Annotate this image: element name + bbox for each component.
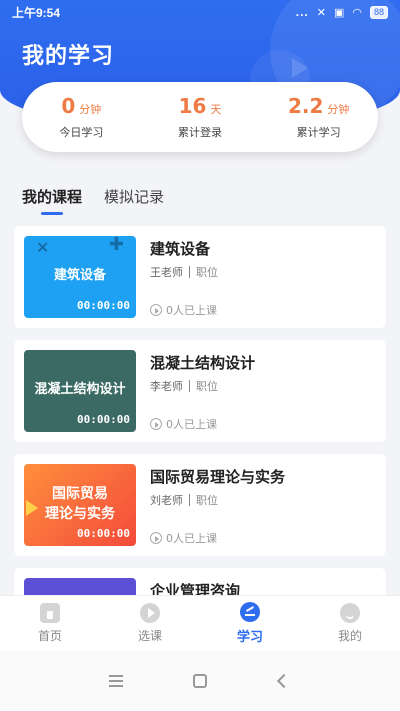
course-thumbnail: ✕ ✚ 建筑设备 00:00:00 [24, 236, 136, 318]
teacher-name: 刘老师 [150, 494, 183, 507]
profile-icon [340, 603, 360, 623]
learners-count: 0人已上课 [166, 532, 217, 545]
play-circle-icon [150, 532, 162, 544]
back-arrow-icon [276, 673, 292, 689]
stat-label: 累计登录 [178, 126, 222, 139]
thumbnail-title: 混凝土结构设计 [34, 382, 126, 397]
decorative-plus-icon: ✚ [108, 236, 124, 255]
stat-total: 2.2 分钟 累计学习 [259, 94, 378, 140]
learners-count: 0人已上课 [166, 418, 217, 431]
nav-label: 首页 [37, 629, 62, 643]
learners-count: 0人已上课 [166, 304, 217, 317]
stat-unit: 分钟 [79, 103, 102, 116]
page-title: 我的学习 [22, 44, 115, 69]
course-title: 建筑设备 [150, 240, 211, 258]
thumbnail-duration: 00:00:00 [77, 413, 130, 426]
stat-label: 今日学习 [59, 126, 104, 139]
thumbnail-duration: 00:00:00 [77, 299, 130, 312]
nav-profile[interactable]: 我的 [300, 596, 400, 651]
status-time: 上午9:54 [12, 5, 61, 20]
wifi-icon: ◠ [352, 6, 362, 19]
course-card[interactable]: 混凝土结构设计 00:00:00 混凝土结构设计 李老师 职位 0人已上课 [14, 340, 386, 442]
square-icon [193, 674, 207, 688]
study-icon [240, 602, 260, 622]
nav-select-course[interactable]: 选课 [100, 596, 200, 651]
course-learners: 0人已上课 [150, 416, 217, 432]
stat-login-days: 16 天 累计登录 [141, 94, 260, 140]
stat-value: 2.2 [287, 94, 324, 118]
stat-unit: 分钟 [327, 103, 350, 116]
play-circle-icon [150, 304, 162, 316]
stat-label: 累计学习 [296, 126, 341, 139]
course-title: 国际贸易理论与实务 [150, 468, 286, 486]
teacher-position: 职位 [196, 494, 218, 507]
recent-apps-button[interactable] [74, 675, 158, 687]
divider [189, 266, 190, 278]
divider [189, 380, 190, 392]
teacher-name: 李老师 [150, 380, 183, 393]
stat-unit: 天 [210, 103, 222, 116]
play-circle-icon [150, 418, 162, 430]
bottom-navigation: 首页 选课 学习 我的 [0, 595, 400, 651]
course-learners: 0人已上课 [150, 530, 217, 546]
sim-icon: ▣ [333, 6, 345, 19]
course-meta: 刘老师 职位 [150, 492, 218, 508]
stat-value: 0 [61, 94, 76, 118]
decorative-cross-icon: ✕ [36, 238, 50, 257]
stat-today: 0 分钟 今日学习 [22, 94, 141, 140]
nav-label: 我的 [337, 629, 362, 643]
mute-icon: ✕ [316, 6, 326, 19]
menu-icon [109, 675, 123, 687]
status-more-icon: ... [295, 5, 309, 19]
course-meta: 李老师 职位 [150, 378, 218, 394]
thumbnail-title: 国际贸易 理论与实务 [45, 486, 115, 522]
status-bar: 上午9:54 ... ✕ ▣ ◠ 88 [0, 0, 400, 24]
course-card[interactable]: ✕ ✚ 建筑设备 00:00:00 建筑设备 王老师 职位 0人已上课 [14, 226, 386, 328]
divider [189, 494, 190, 506]
stats-card: 0 分钟 今日学习 16 天 累计登录 2.2 分钟 累计学习 [22, 82, 378, 152]
tab-mock-records[interactable]: 模拟记录 [104, 186, 164, 215]
teacher-position: 职位 [196, 380, 218, 393]
thumbnail-title: 建筑设备 [53, 268, 106, 283]
course-card[interactable]: 国际贸易 理论与实务 00:00:00 国际贸易理论与实务 刘老师 职位 0人已… [14, 454, 386, 556]
play-icon [140, 603, 160, 623]
stat-value: 16 [178, 94, 207, 118]
nav-home[interactable]: 首页 [0, 596, 100, 651]
teacher-position: 职位 [196, 266, 218, 279]
nav-label: 选课 [137, 629, 162, 643]
nav-label: 学习 [236, 630, 263, 645]
thumbnail-duration: 00:00:00 [77, 527, 130, 540]
home-button[interactable] [158, 674, 242, 688]
tab-bar: 我的课程 模拟记录 [22, 186, 164, 215]
back-button[interactable] [242, 673, 326, 689]
course-thumbnail: 混凝土结构设计 00:00:00 [24, 350, 136, 432]
teacher-name: 王老师 [150, 266, 183, 279]
battery-icon: 88 [369, 5, 388, 19]
home-icon [40, 603, 60, 623]
nav-study[interactable]: 学习 [200, 596, 300, 651]
course-learners: 0人已上课 [150, 302, 217, 318]
course-meta: 王老师 职位 [150, 264, 218, 280]
course-title: 混凝土结构设计 [150, 354, 256, 372]
decorative-play-icon [292, 58, 308, 78]
tab-my-courses[interactable]: 我的课程 [22, 186, 82, 215]
course-thumbnail: 国际贸易 理论与实务 00:00:00 [24, 464, 136, 546]
system-navigation-bar [0, 651, 400, 711]
